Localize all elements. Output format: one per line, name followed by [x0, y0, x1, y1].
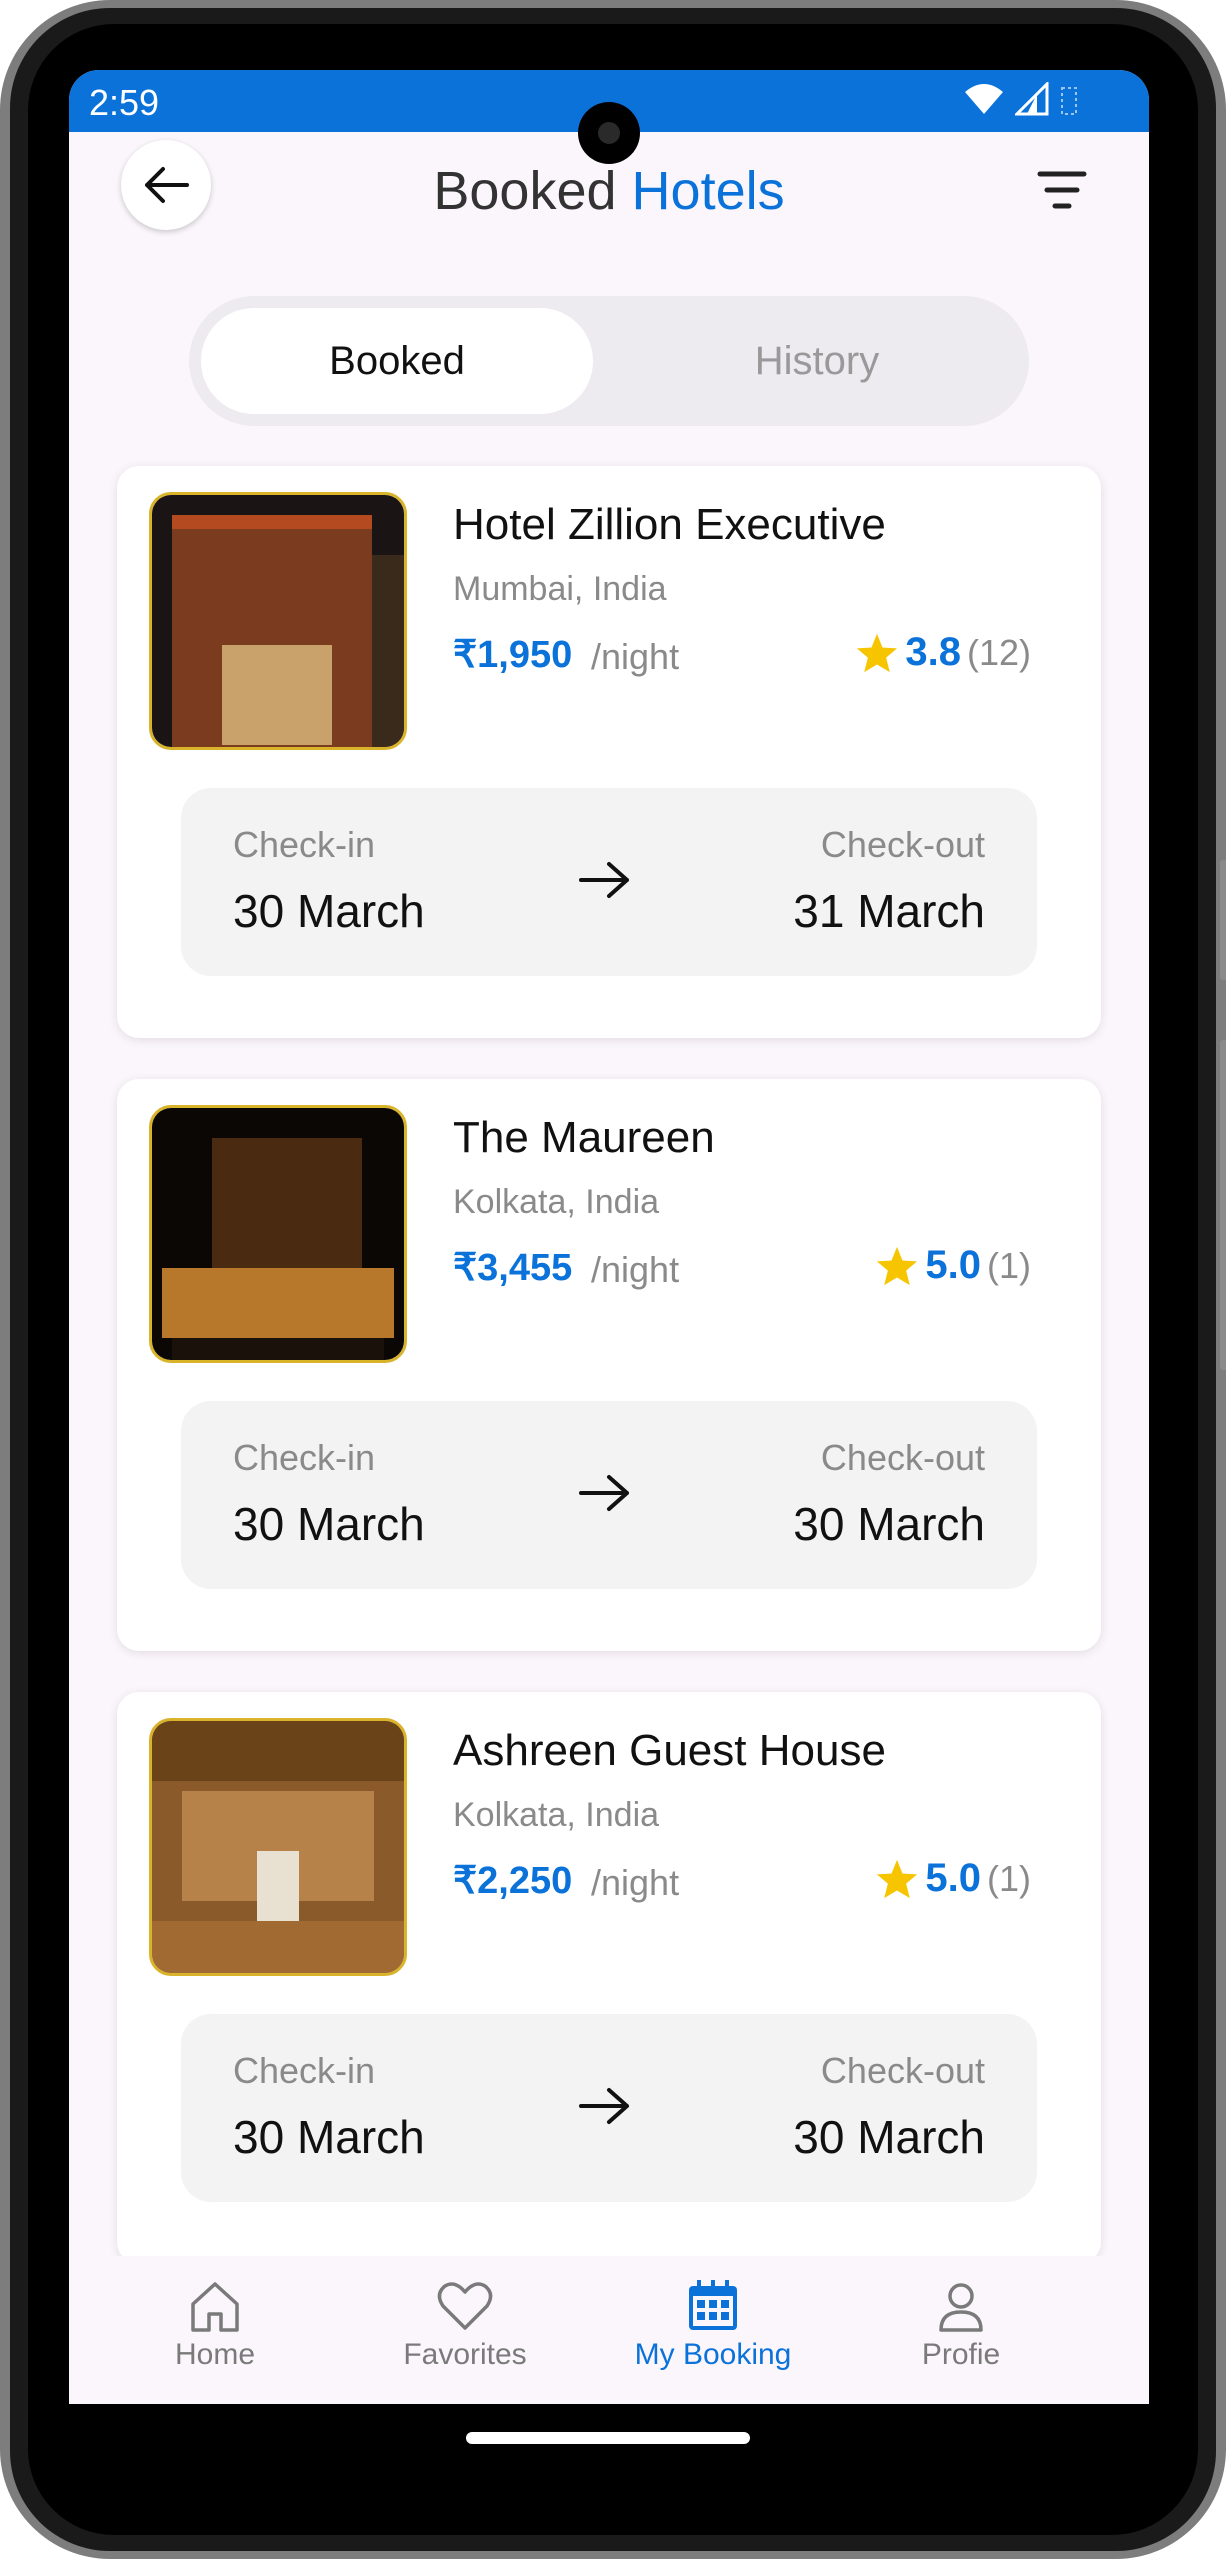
screen: 2:59 Booked Hotels Booked History Hotel … — [69, 70, 1149, 2404]
status-icons — [963, 82, 1079, 116]
booking-card[interactable]: The Maureen Kolkata, India ₹3,455 /night… — [117, 1079, 1101, 1651]
hotel-rating: 5.0 (1) — [875, 1243, 1031, 1288]
price-unit: /night — [591, 1862, 680, 1903]
nav-label: Profie — [921, 2338, 1001, 2371]
nav-label: My Booking — [634, 2338, 792, 2371]
review-count: (12) — [966, 631, 1031, 673]
booking-card[interactable]: Ashreen Guest House Kolkata, India ₹2,25… — [117, 1692, 1101, 2264]
booking-card[interactable]: Hotel Zillion Executive Mumbai, India ₹1… — [117, 466, 1101, 1038]
nav-home[interactable]: Home — [105, 2274, 325, 2372]
hotel-name: The Maureen — [453, 1113, 715, 1162]
title-main: Booked — [433, 161, 617, 221]
battery-icon — [1061, 87, 1077, 115]
review-count: (1) — [987, 1857, 1031, 1899]
nav-my-booking[interactable]: My Booking — [603, 2274, 823, 2372]
checkin-date: 30 March — [233, 1498, 425, 1550]
nav-favorites[interactable]: Favorites — [355, 2274, 575, 2372]
signal-icon — [1015, 82, 1049, 116]
checkout-label: Check-out — [820, 824, 985, 865]
arrow-right-icon — [579, 2088, 629, 2124]
checkout-date: 30 March — [793, 1498, 985, 1550]
star-icon — [877, 1246, 918, 1285]
checkout-label: Check-out — [820, 1437, 985, 1478]
checkout-date: 31 March — [793, 885, 985, 937]
stay-dates: Check-in 30 March Check-out 31 March — [181, 788, 1037, 976]
hotel-price: ₹3,455 — [453, 1247, 573, 1289]
user-icon — [939, 2283, 983, 2332]
wifi-icon — [965, 84, 1003, 114]
price-unit: /night — [591, 1249, 680, 1290]
title-accent: Hotels — [631, 161, 785, 221]
tab-history[interactable]: History — [621, 308, 1013, 414]
rating-value: 3.8 — [905, 630, 961, 674]
checkin-label: Check-in — [233, 824, 376, 865]
heart-icon — [437, 2282, 493, 2330]
home-icon — [191, 2282, 239, 2332]
hotel-name: Ashreen Guest House — [453, 1726, 886, 1775]
nav-label: Home — [174, 2338, 256, 2371]
hotel-location: Mumbai, India — [453, 570, 667, 608]
booking-tabs: Booked History — [189, 296, 1029, 426]
nav-label: Favorites — [403, 2338, 527, 2371]
star-icon — [857, 633, 898, 672]
calendar-icon — [689, 2280, 737, 2330]
hotel-price: ₹1,950 — [453, 634, 573, 676]
arrow-right-icon — [579, 862, 629, 898]
hotel-location: Kolkata, India — [453, 1796, 660, 1834]
checkout-label: Check-out — [820, 2050, 985, 2091]
checkout-date: 30 March — [793, 2111, 985, 2163]
power-button — [1220, 1040, 1226, 1370]
status-time: 2:59 — [89, 82, 160, 123]
filter-icon — [1037, 171, 1087, 209]
home-indicator[interactable] — [466, 2432, 750, 2444]
price-unit: /night — [591, 636, 680, 677]
hotel-image — [149, 1718, 407, 1976]
checkin-label: Check-in — [233, 2050, 376, 2091]
checkin-date: 30 March — [233, 2111, 425, 2163]
hotel-rating: 5.0 (1) — [875, 1856, 1031, 1901]
hotel-price: ₹2,250 — [453, 1860, 573, 1902]
hotel-name: Hotel Zillion Executive — [453, 500, 886, 549]
arrow-right-icon — [579, 1475, 629, 1511]
hotel-rating: 3.8 (12) — [855, 630, 1031, 675]
page-title: Booked Hotels — [69, 160, 1149, 222]
volume-button — [1220, 860, 1226, 980]
nav-profile[interactable]: Profie — [851, 2274, 1071, 2372]
rating-value: 5.0 — [925, 1243, 981, 1287]
tab-booked[interactable]: Booked — [201, 308, 593, 414]
bottom-nav: Home Favorites My Booking Profie — [69, 2256, 1149, 2404]
front-camera — [578, 102, 640, 164]
filter-button[interactable] — [1037, 168, 1087, 212]
checkin-label: Check-in — [233, 1437, 376, 1478]
hotel-image — [149, 492, 407, 750]
rating-value: 5.0 — [925, 1856, 981, 1900]
hotel-image — [149, 1105, 407, 1363]
star-icon — [877, 1859, 918, 1898]
checkin-date: 30 March — [233, 885, 425, 937]
stay-dates: Check-in 30 March Check-out 30 March — [181, 1401, 1037, 1589]
hotel-location: Kolkata, India — [453, 1183, 660, 1221]
review-count: (1) — [987, 1244, 1031, 1286]
stay-dates: Check-in 30 March Check-out 30 March — [181, 2014, 1037, 2202]
